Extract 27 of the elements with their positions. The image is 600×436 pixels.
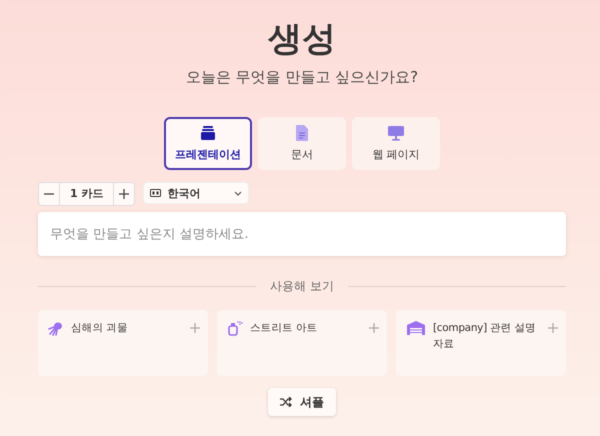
plus-icon bbox=[548, 323, 558, 333]
divider-label: 사용해 보기 bbox=[270, 278, 334, 295]
prompt-field[interactable]: 무엇을 만들고 싶은지 설명하세요. bbox=[38, 212, 566, 256]
monitor-icon bbox=[387, 125, 405, 141]
squid-icon bbox=[48, 320, 64, 336]
warehouse-icon bbox=[406, 320, 426, 336]
plus-icon bbox=[119, 189, 130, 199]
spray-can-icon bbox=[227, 320, 243, 336]
chevron-down-icon bbox=[234, 190, 242, 196]
example-card[interactable]: 스트리트 아트 bbox=[217, 310, 387, 376]
shuffle-icon bbox=[280, 397, 292, 407]
plus-icon bbox=[190, 323, 200, 333]
shuffle-button[interactable]: 셔플 bbox=[268, 388, 336, 416]
language-dropdown[interactable]: 한국어 bbox=[143, 182, 250, 204]
card-count: 1 카드 bbox=[59, 183, 114, 205]
example-card[interactable]: 심해의 괴물 bbox=[38, 310, 208, 376]
language-icon bbox=[150, 189, 162, 197]
document-icon bbox=[295, 125, 309, 141]
plus-icon bbox=[369, 323, 379, 333]
type-tab[interactable]: 웹 페이지 bbox=[352, 117, 440, 170]
type-tab[interactable]: 문서 bbox=[258, 117, 346, 170]
page-title: 생성 bbox=[268, 18, 336, 61]
page-subtitle: 오늘은 무엇을 만들고 싶으신가요? bbox=[186, 68, 418, 87]
stack-icon bbox=[200, 125, 216, 141]
example-card[interactable]: [company] 관련 설명 자료 bbox=[396, 310, 566, 376]
type-tab[interactable]: 프레젠테이션 bbox=[164, 117, 252, 170]
card-count-stepper[interactable]: 1 카드 bbox=[38, 182, 136, 206]
